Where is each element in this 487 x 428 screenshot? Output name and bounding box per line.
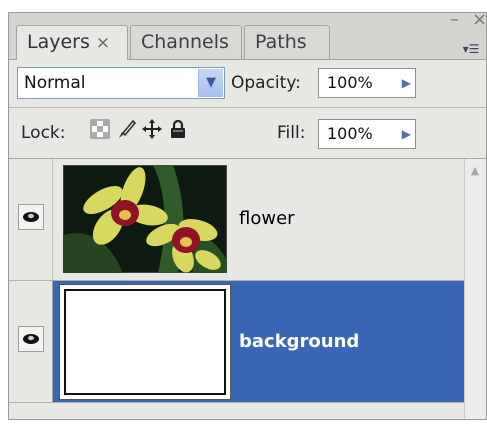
visibility-box	[18, 204, 44, 230]
chevron-down-icon[interactable]: ▼	[198, 69, 223, 97]
fill-value: 100%	[327, 124, 373, 143]
lock-all-padlock-icon[interactable]	[167, 118, 189, 140]
tab-channels[interactable]: Channels	[130, 25, 242, 59]
background-thumbnail-frame	[64, 289, 226, 395]
tab-bar: Layers × Channels Paths – × ▾☰	[9, 13, 486, 60]
layer-name: background	[239, 331, 360, 352]
opacity-value: 100%	[327, 73, 373, 92]
lock-row: Lock: Fill: 100% ▶	[9, 108, 486, 159]
blend-row: Normal ▼ Opacity: 100% ▶	[9, 60, 486, 108]
fill-slider-arrow-icon[interactable]: ▶	[402, 120, 411, 148]
background-thumbnail	[59, 284, 231, 400]
layers-panel: Layers × Channels Paths – × ▾☰ Normal ▼ O…	[8, 12, 487, 420]
layer-row-background[interactable]: background	[9, 281, 464, 403]
tab-paths[interactable]: Paths	[244, 25, 330, 59]
minimize-icon[interactable]: –	[450, 13, 459, 29]
blend-mode-value: Normal	[24, 73, 86, 93]
layers-list: flower background	[9, 159, 464, 419]
lock-position-move-icon[interactable]	[141, 118, 163, 140]
tab-layers-label: Layers	[27, 31, 90, 53]
visibility-toggle[interactable]	[9, 159, 53, 280]
opacity-field[interactable]: 100% ▶	[318, 68, 416, 98]
tab-channels-label: Channels	[141, 31, 229, 53]
layer-row-flower[interactable]: flower	[9, 159, 464, 281]
tab-close-icon[interactable]: ×	[96, 33, 110, 53]
flower-thumbnail	[63, 165, 227, 273]
opacity-slider-arrow-icon[interactable]: ▶	[402, 69, 411, 97]
layer-name: flower	[239, 208, 295, 229]
tab-paths-label: Paths	[255, 31, 307, 53]
blend-mode-select[interactable]: Normal ▼	[17, 67, 225, 99]
tab-layers[interactable]: Layers ×	[16, 25, 128, 60]
visibility-toggle[interactable]	[9, 281, 53, 402]
scroll-up-icon[interactable]: ▲	[467, 163, 483, 179]
opacity-label: Opacity:	[231, 73, 301, 93]
fill-label: Fill:	[277, 123, 306, 143]
window-close-icon[interactable]: ×	[472, 13, 486, 29]
lock-transparent-icon[interactable]	[89, 118, 111, 140]
scrollbar[interactable]: ▲	[464, 159, 486, 419]
panel-menu-icon[interactable]: ▾☰	[460, 41, 482, 57]
eye-icon	[23, 334, 39, 344]
lock-image-brush-icon[interactable]	[115, 118, 137, 140]
fill-field[interactable]: 100% ▶	[318, 119, 416, 149]
lock-label: Lock:	[21, 123, 66, 143]
visibility-box	[18, 326, 44, 352]
eye-icon	[23, 212, 39, 222]
